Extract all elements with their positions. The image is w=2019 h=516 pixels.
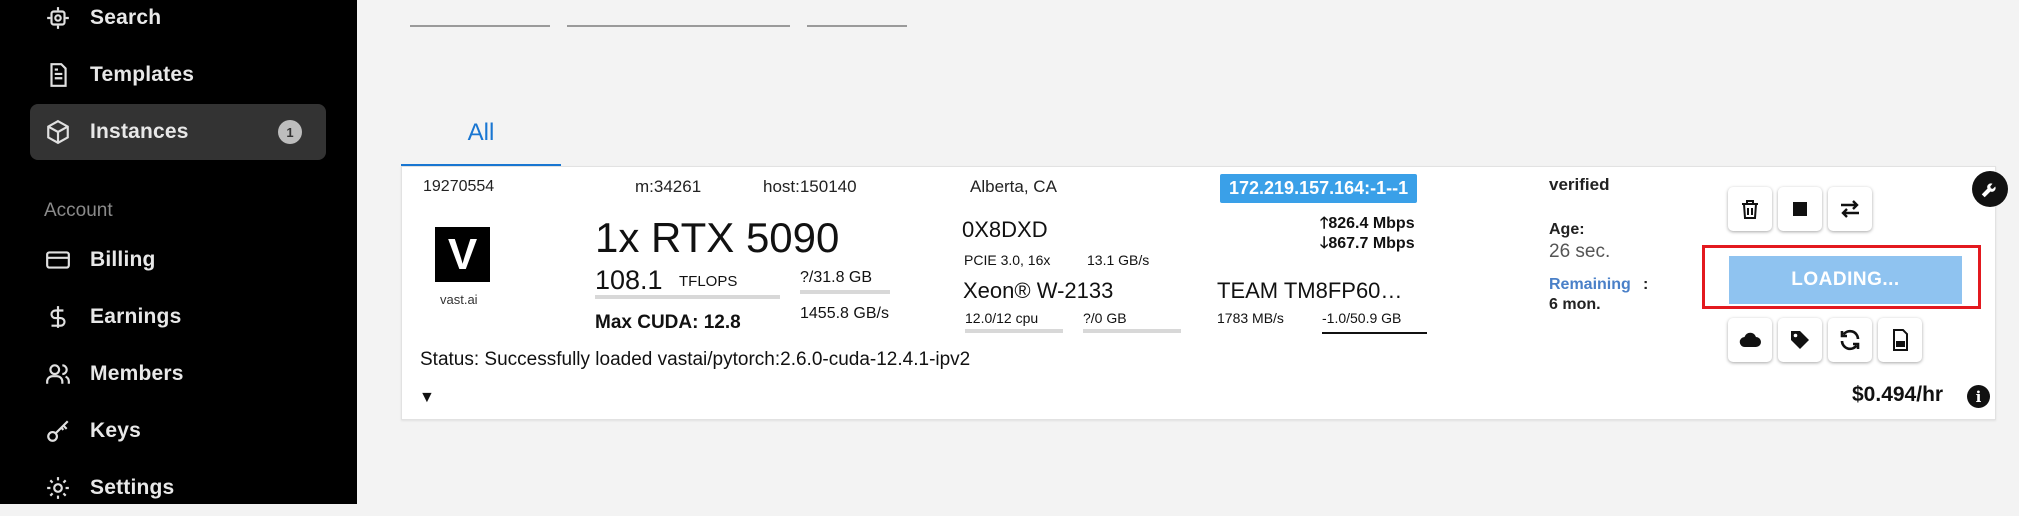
- location: Alberta, CA: [970, 177, 1057, 196]
- filter-field-2[interactable]: [567, 25, 790, 27]
- download-speed: 🡓867.7 Mbps: [1320, 232, 1415, 259]
- instance-id: 19270554: [423, 178, 495, 195]
- vram-usage: ?/31.8 GB: [800, 269, 873, 286]
- sidebar-item-instances[interactable]: Instances 1: [30, 104, 326, 160]
- sidebar-item-label: Billing: [90, 248, 156, 271]
- gear-icon: [44, 474, 72, 502]
- search-icon: [44, 4, 72, 32]
- transfer-button[interactable]: [1828, 187, 1872, 231]
- delete-button[interactable]: [1728, 187, 1772, 231]
- vast-ai-logo: V: [435, 227, 490, 282]
- machine-id: m:34261: [635, 177, 702, 196]
- sidebar: Search Templates Instances 1 Account Bil…: [0, 0, 357, 504]
- cpu-cores: 12.0/12 cpu: [965, 310, 1039, 326]
- host-id: host:150140: [763, 177, 857, 196]
- verified-label: verified: [1549, 175, 1610, 194]
- info-icon[interactable]: i: [1967, 385, 1990, 408]
- sidebar-item-keys[interactable]: Keys: [30, 403, 326, 459]
- remaining-value: 6 mon.: [1549, 296, 1601, 313]
- price: $0.494/hr: [1852, 383, 1944, 406]
- wrench-icon[interactable]: [1972, 171, 2008, 207]
- age-label: Age:: [1549, 221, 1585, 238]
- sidebar-item-members[interactable]: Members: [30, 346, 326, 402]
- ram-bar: [1083, 329, 1181, 333]
- ip-address-badge[interactable]: 172.219.157.164:-1--1: [1220, 174, 1418, 203]
- ram-usage: ?/0 GB: [1083, 310, 1127, 326]
- users-icon: [44, 360, 72, 388]
- status-text: Status: Successfully loaded vastai/pytor…: [420, 349, 971, 370]
- cube-icon: [44, 118, 72, 146]
- cloud-sync-button[interactable]: [1728, 318, 1772, 362]
- gpu-name: 1x RTX 5090: [595, 214, 840, 261]
- age-value: 26 sec.: [1549, 241, 1611, 262]
- sidebar-item-label: Search: [90, 6, 162, 29]
- tflops-bar: [595, 295, 780, 299]
- motherboard-name: 0X8DXD: [962, 217, 1048, 242]
- logo-text: vast.ai: [440, 292, 478, 307]
- reboot-button[interactable]: [1828, 318, 1872, 362]
- tflops-unit: TFLOPS: [679, 273, 738, 290]
- credit-card-icon: [44, 246, 72, 274]
- tflops-value: 108.1: [595, 265, 663, 295]
- remaining-colon: :: [1643, 276, 1649, 293]
- sidebar-item-label: Templates: [90, 63, 195, 86]
- tag-icon: [1791, 331, 1809, 349]
- sidebar-item-label: Keys: [90, 419, 142, 442]
- max-cuda: Max CUDA: 12.8: [595, 312, 741, 333]
- key-icon: [44, 417, 72, 445]
- memory-bandwidth: 1455.8 GB/s: [800, 305, 889, 322]
- dollar-icon: [44, 303, 72, 331]
- sidebar-item-label: Earnings: [90, 305, 182, 328]
- sidebar-item-label: Settings: [90, 476, 175, 499]
- cpu-name: Xeon® W-2133: [963, 278, 1114, 303]
- sidebar-item-settings[interactable]: Settings: [30, 460, 326, 516]
- tab-all[interactable]: All: [401, 102, 561, 167]
- templates-icon: [44, 61, 72, 89]
- swap-arrows-icon: [1841, 200, 1859, 218]
- vram-bar: [800, 290, 890, 294]
- sidebar-item-search[interactable]: Search: [30, 0, 326, 46]
- disk-name: TEAM TM8FP60…: [1217, 278, 1403, 303]
- cloud-icon: [1739, 332, 1761, 348]
- expand-caret-icon[interactable]: ▼: [419, 389, 435, 407]
- disk-speed: 1783 MB/s: [1217, 310, 1284, 326]
- logs-button[interactable]: [1878, 318, 1922, 362]
- instance-card: 19270554 m:34261 host:150140 Alberta, CA…: [401, 166, 2008, 420]
- sidebar-item-templates[interactable]: Templates: [30, 47, 326, 103]
- filter-field-1[interactable]: [410, 25, 550, 27]
- cpu-bar: [965, 329, 1063, 333]
- download-value: 867.7 Mbps: [1328, 235, 1415, 252]
- loading-button[interactable]: LOADING...: [1729, 256, 1962, 304]
- stop-icon: [1793, 202, 1807, 216]
- filter-field-3[interactable]: [807, 25, 907, 27]
- instances-count-badge: 1: [278, 120, 302, 144]
- label-button[interactable]: [1778, 318, 1822, 362]
- disk-usage: -1.0/50.9 GB: [1322, 310, 1427, 334]
- stop-button[interactable]: [1778, 187, 1822, 231]
- sidebar-item-billing[interactable]: Billing: [30, 232, 326, 288]
- log-file-icon: [1893, 329, 1908, 351]
- pcie-bandwidth: 13.1 GB/s: [1087, 252, 1150, 268]
- remaining-label: Remaining: [1549, 276, 1631, 293]
- trash-icon: [1742, 200, 1758, 219]
- sidebar-item-label: Instances: [90, 120, 189, 143]
- refresh-icon: [1840, 329, 1860, 351]
- pcie-info: PCIE 3.0, 16x: [964, 252, 1051, 268]
- upload-value: 826.4 Mbps: [1328, 215, 1415, 232]
- sidebar-item-label: Members: [90, 362, 184, 385]
- section-label-account: Account: [44, 200, 113, 221]
- sidebar-item-earnings[interactable]: Earnings: [30, 289, 326, 345]
